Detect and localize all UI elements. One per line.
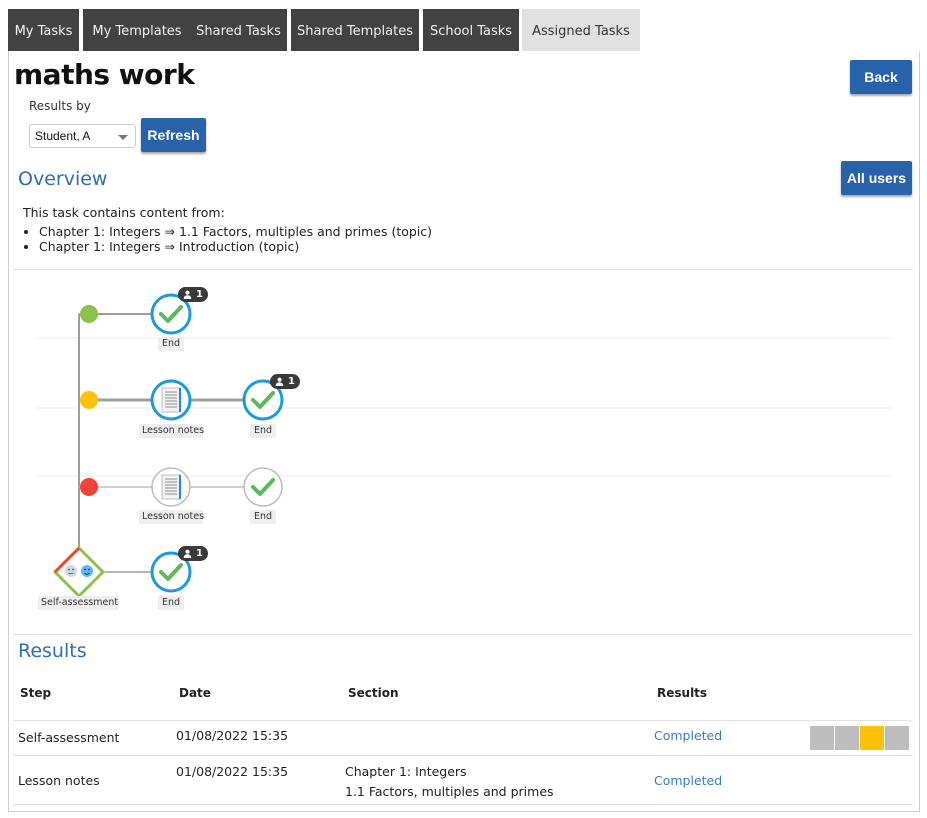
content-list: Chapter 1: Integers ⇒ 1.1 Factors, multi… [23,224,432,254]
user-count-badge[interactable]: 1 [270,374,300,389]
user-count: 1 [196,548,203,559]
user-count: 1 [196,289,203,300]
tab-my-templates[interactable]: My Templates [83,9,191,51]
node-label: Lesson notes [139,510,204,524]
column-header-step: Step [20,686,52,700]
document-icon [161,387,181,413]
refresh-button[interactable]: Refresh [141,118,206,152]
divider [13,269,913,270]
content-list-item: Chapter 1: Integers ⇒ 1.1 Factors, multi… [39,224,432,239]
self-assessment-rating [810,726,910,750]
results-by-label: Results by [29,99,91,113]
branch-dot-red [80,478,98,496]
divider [13,634,913,635]
cell-date: 01/08/2022 15:35 [176,764,289,779]
node-label: End [250,510,276,524]
cell-section-topic: 1.1 Factors, multiples and primes [345,784,554,799]
tab-assigned-tasks[interactable]: Assigned Tasks [522,9,640,51]
overview-heading: Overview [18,168,108,190]
column-header-date: Date [179,686,211,700]
node-label: Self-assessment [38,596,119,610]
completed-link[interactable]: Completed [654,728,722,743]
back-button[interactable]: Back [850,60,912,94]
content-list-item: Chapter 1: Integers ⇒ Introduction (topi… [39,239,432,254]
tab-shared-tasks[interactable]: Shared Tasks [190,9,287,51]
user-count-badge[interactable]: 1 [178,287,208,302]
table-row-divider [13,720,913,721]
column-header-results: Results [657,686,708,700]
tab-shared-templates[interactable]: Shared Templates [291,9,419,51]
table-row-divider [13,755,913,756]
end-node[interactable] [243,467,283,507]
rating-cell [885,726,909,750]
face-happy-icon [81,565,93,577]
rating-cell [835,726,859,750]
person-icon [183,290,192,299]
tab-school-tasks[interactable]: School Tasks [423,9,519,51]
node-label: End [158,596,184,610]
table-row-divider [13,804,913,805]
person-icon [183,549,192,558]
completed-link[interactable]: Completed [654,773,722,788]
person-icon [275,377,284,386]
rating-cell-selected [860,726,884,750]
student-select-value: Student, A [35,129,91,143]
cell-step: Lesson notes [18,773,100,788]
column-header-section: Section [348,686,399,700]
node-label: Lesson notes [139,424,204,438]
results-heading: Results [18,640,87,662]
student-select[interactable]: Student, A [29,124,136,148]
user-count-badge[interactable]: 1 [178,546,208,561]
user-count: 1 [288,376,295,387]
node-label: End [158,337,184,351]
branch-dot-green [80,305,98,323]
rating-cell [810,726,834,750]
overview-intro: This task contains content from: [23,205,225,220]
page-title: maths work [14,58,195,91]
cell-date: 01/08/2022 15:35 [176,728,289,743]
branch-dot-amber [80,391,98,409]
all-users-button[interactable]: All users [841,161,912,195]
document-icon [161,474,181,500]
chevron-down-icon [118,135,128,140]
face-neutral-icon [65,565,77,577]
cell-section-chapter: Chapter 1: Integers [345,764,467,779]
lesson-notes-node[interactable] [151,467,191,507]
lesson-notes-node[interactable] [150,379,192,421]
cell-step: Self-assessment [18,730,120,745]
node-label: End [250,424,276,438]
tab-my-tasks[interactable]: My Tasks [8,9,79,51]
